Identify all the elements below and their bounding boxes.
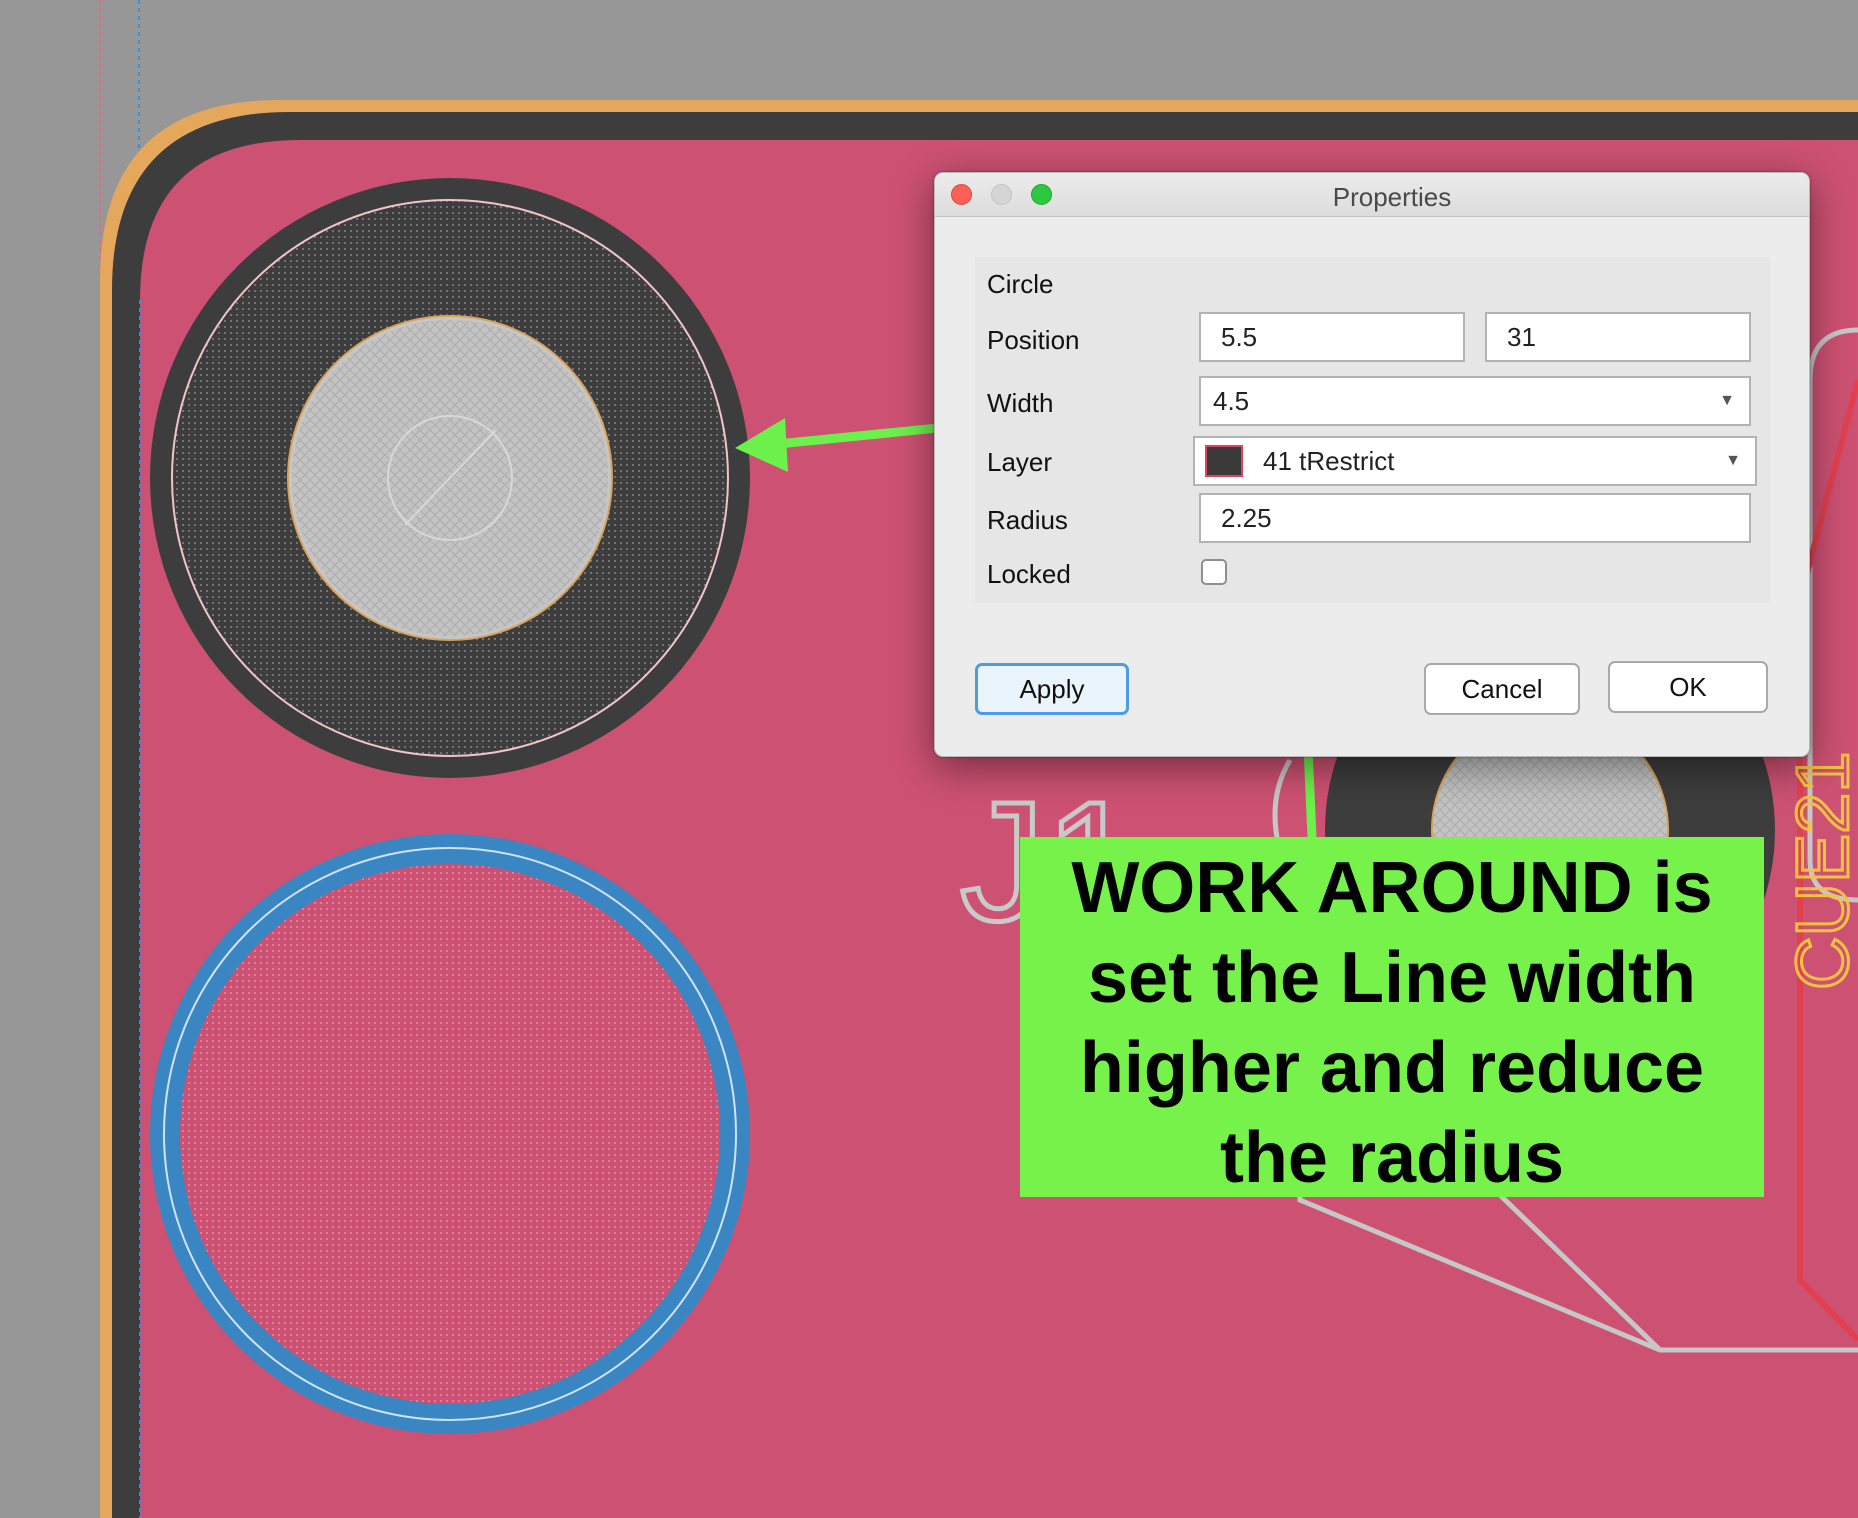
position-label: Position	[987, 325, 1080, 355]
radius-input[interactable]: 2.25	[1199, 493, 1751, 543]
position-x-input[interactable]: 5.5	[1199, 312, 1465, 362]
layer-label: Layer	[987, 447, 1053, 477]
ok-button[interactable]: OK	[1608, 661, 1768, 713]
width-value: 4.5	[1213, 386, 1250, 416]
chevron-down-icon: ▼	[1725, 452, 1741, 469]
annotation-callout: WORK AROUND is set the Line width higher…	[1020, 837, 1764, 1198]
width-label: Width	[987, 388, 1054, 418]
layer-combobox[interactable]: 41 tRestrict ▼	[1193, 436, 1757, 486]
dialog-title: Properties	[1332, 182, 1452, 212]
section-label-circle: Circle	[987, 269, 1054, 299]
position-y-input[interactable]: 31	[1485, 312, 1751, 362]
chevron-down-icon: ▼	[1719, 392, 1735, 409]
dialog-titlebar[interactable]: Properties	[935, 173, 1809, 217]
annotation-line-3: higher and reduce	[1079, 1028, 1705, 1108]
apply-button[interactable]: Apply	[975, 663, 1129, 715]
part-label-right: CUE21	[1781, 751, 1858, 990]
restrict-circle-pad[interactable]	[150, 178, 750, 778]
radius-label: Radius	[987, 505, 1068, 535]
annotation-line-4: the radius	[1219, 1118, 1565, 1198]
locked-label: Locked	[987, 559, 1071, 589]
properties-panel	[975, 257, 1770, 603]
properties-dialog: Properties Circle Position 5.5 31 Width …	[934, 172, 1810, 757]
annotation-text: WORK AROUND is set the Line width higher…	[1020, 843, 1764, 1203]
blue-ring-pad[interactable]	[150, 834, 750, 1434]
annotation-line-2: set the Line width	[1087, 938, 1697, 1018]
locked-checkbox[interactable]	[1201, 559, 1227, 585]
layer-value: 41 tRestrict	[1263, 446, 1395, 476]
annotation-line-1: WORK AROUND is	[1071, 848, 1713, 928]
width-combobox[interactable]: 4.5 ▼	[1199, 376, 1751, 426]
layer-color-swatch	[1205, 445, 1243, 477]
cancel-button[interactable]: Cancel	[1424, 663, 1580, 715]
